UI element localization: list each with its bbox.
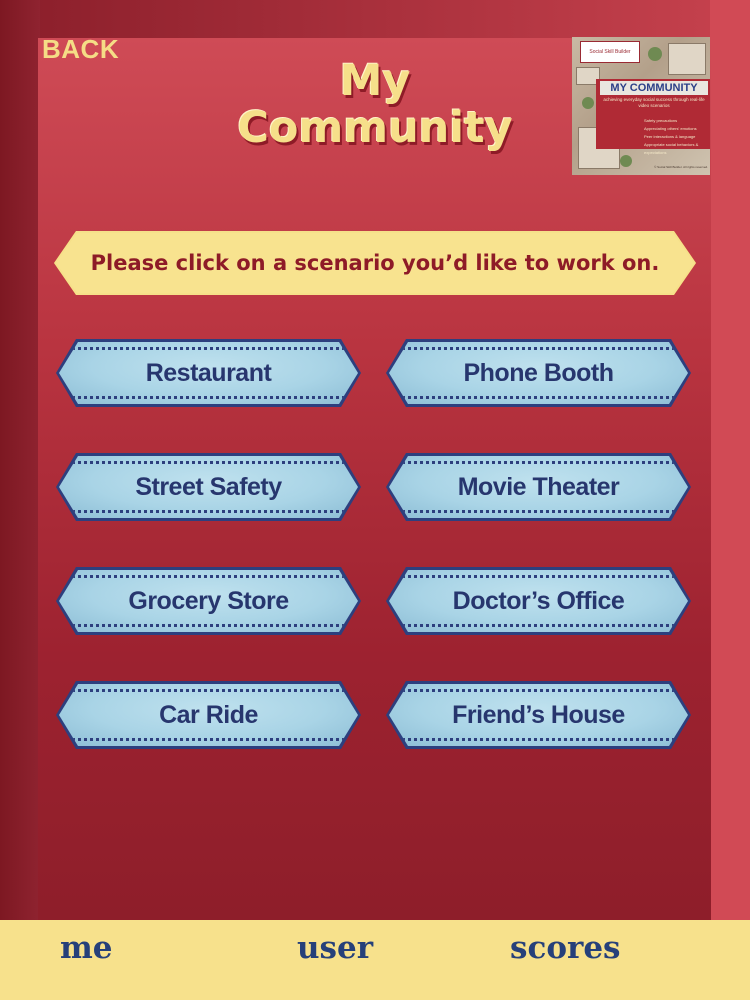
scenario-button-phone-booth[interactable]: Phone Booth — [386, 339, 691, 407]
cover-tree — [582, 97, 594, 109]
cover-bullet: Appreciating others' emotions — [644, 126, 697, 131]
cover-tree — [620, 155, 632, 167]
page-title-line2: Community — [237, 103, 513, 153]
scenario-button-car-ride[interactable]: Car Ride — [56, 681, 361, 749]
cover-subtitle: achieving everyday social success throug… — [603, 97, 705, 108]
page-title: My Community — [210, 58, 540, 152]
scenario-label: Movie Theater — [457, 472, 620, 501]
nav-user[interactable]: user — [297, 930, 373, 966]
product-cover-image: Social Skill Builder MY COMMUNITY achiev… — [572, 37, 710, 175]
scenario-label: Friend’s House — [452, 700, 625, 729]
scenario-label: Phone Booth — [463, 358, 614, 387]
instruction-text: Please click on a scenario you’d like to… — [56, 233, 694, 293]
scenario-button-restaurant[interactable]: Restaurant — [56, 339, 361, 407]
nav-scores[interactable]: scores — [510, 930, 621, 966]
back-button[interactable]: BACK — [42, 34, 119, 65]
scenario-label: Restaurant — [145, 358, 272, 387]
scenario-button-street-safety[interactable]: Street Safety — [56, 453, 361, 521]
nav-me[interactable]: me — [60, 930, 113, 966]
scenario-label: Car Ride — [159, 700, 258, 729]
cover-logo: Social Skill Builder — [580, 41, 640, 63]
scenario-button-friends-house[interactable]: Friend’s House — [386, 681, 691, 749]
instruction-banner: Please click on a scenario you’d like to… — [54, 231, 696, 295]
cover-bullet: Peer interactions & language — [644, 134, 696, 139]
scenario-button-grocery-store[interactable]: Grocery Store — [56, 567, 361, 635]
cover-title: MY COMMUNITY — [600, 81, 708, 95]
cover-footer: © Social Skill Builder. All rights reser… — [654, 165, 708, 169]
right-frame — [710, 0, 750, 920]
cover-tree — [648, 47, 662, 61]
cover-bullet: Safety precautions — [644, 118, 678, 123]
scenario-button-movie-theater[interactable]: Movie Theater — [386, 453, 691, 521]
scenario-button-doctors-office[interactable]: Doctor’s Office — [386, 567, 691, 635]
left-frame — [0, 0, 40, 920]
scenario-label: Grocery Store — [128, 586, 289, 615]
scenario-label: Doctor’s Office — [452, 586, 625, 615]
cover-bullet-list: Safety precautions Appreciating others' … — [644, 117, 708, 157]
scenario-label: Street Safety — [135, 472, 282, 501]
page-title-line1: My — [339, 56, 411, 106]
cover-bullet: Appropriate social behaviors & expectati… — [644, 142, 699, 155]
cover-building — [668, 43, 706, 75]
